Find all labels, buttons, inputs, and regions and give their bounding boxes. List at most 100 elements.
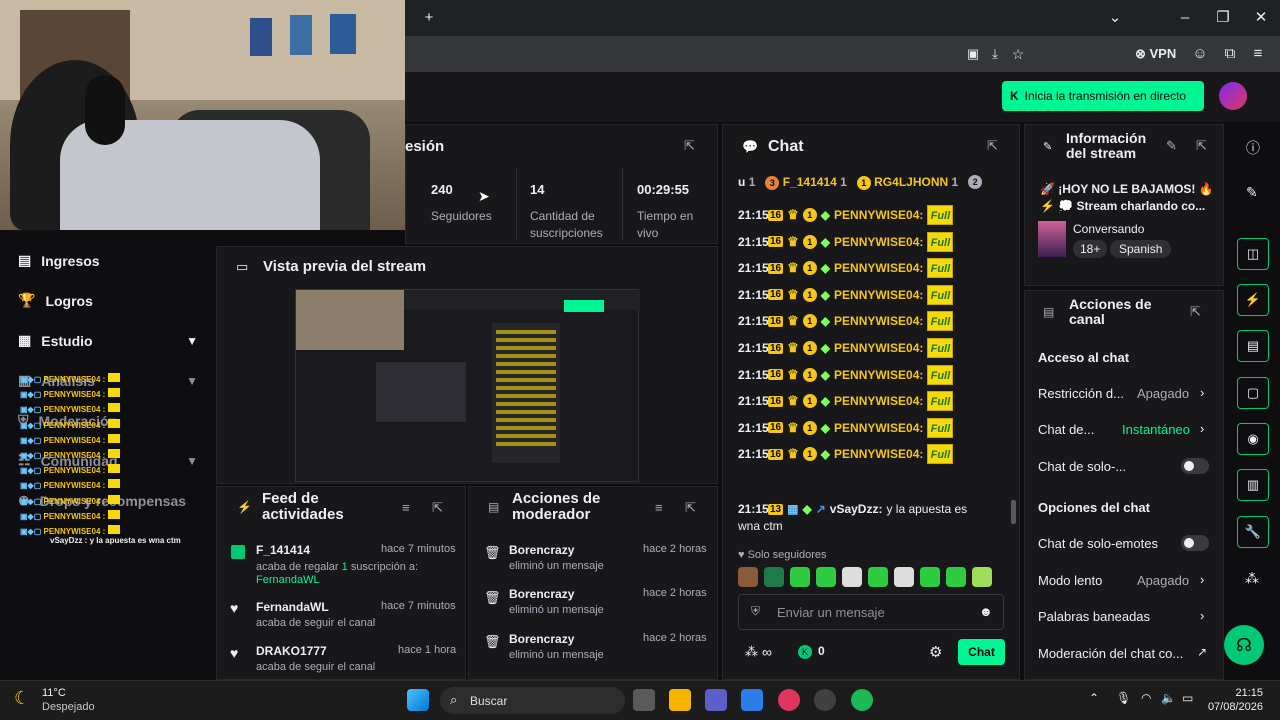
filter-icon[interactable]: ≡ [655, 500, 663, 515]
gear-icon[interactable]: ⚙ [929, 643, 942, 661]
popout-icon[interactable]: ⇱ [987, 138, 998, 154]
activity-user[interactable]: FernandaWL [256, 600, 329, 614]
chat-message[interactable]: 21:15 16 ♛ 1 ◆ PENNYWISE04: Full [738, 364, 954, 385]
chevron-right-icon[interactable]: › [1200, 572, 1204, 587]
subs-only-toggle[interactable] [1181, 458, 1209, 474]
restriction-label[interactable]: Restricción d... [1038, 386, 1124, 401]
spotify-icon[interactable] [851, 689, 873, 711]
popout-icon[interactable]: ⇱ [684, 138, 695, 154]
battery-icon[interactable]: ▭ [1182, 691, 1193, 705]
emote-button[interactable] [842, 567, 862, 587]
wrench-button[interactable]: 🔧 [1237, 516, 1269, 548]
popout-icon[interactable]: ⇱ [1190, 304, 1201, 320]
activity-user[interactable]: DRAKO1777 [256, 644, 327, 658]
points-icon[interactable]: ⁂ [745, 644, 758, 660]
chat-moderation-label[interactable]: Moderación del chat co... [1038, 646, 1183, 661]
emote-button[interactable] [868, 567, 888, 587]
chevron-right-icon[interactable]: › [1200, 608, 1204, 623]
volume-icon[interactable]: 🔈 [1161, 691, 1176, 705]
chevron-right-icon[interactable]: › [1200, 385, 1204, 400]
emote-button[interactable] [972, 567, 992, 587]
clock-date[interactable]: 07/08/2026 [1199, 701, 1263, 713]
sidebar-item-logros[interactable]: 🏆 Logros [18, 292, 198, 309]
maximize-icon[interactable]: ❐ [1213, 8, 1233, 28]
popout-icon[interactable]: ⇱ [432, 500, 443, 516]
chat-message[interactable]: 21:15 16 ♛ 1 ◆ PENNYWISE04: Full [738, 417, 954, 438]
chat-message[interactable]: 21:15 16 ♛ 1 ◆ PENNYWISE04: Full [738, 205, 954, 225]
emoji-icon[interactable]: ☻ [979, 604, 993, 619]
category-name[interactable]: Conversando [1073, 222, 1144, 236]
account-icon[interactable]: ☺ [1190, 44, 1210, 64]
bookmark-star-icon[interactable]: ☆ [1008, 44, 1028, 64]
microphone-icon[interactable]: 🎙 [1116, 691, 1131, 705]
chat-message[interactable]: 21:15 16 ♛ 1 ◆ PENNYWISE04: Full [738, 258, 954, 279]
camera-button[interactable]: ◫ [1237, 238, 1269, 270]
close-window-icon[interactable]: ✕ [1251, 8, 1271, 28]
minimize-icon[interactable]: – [1175, 8, 1195, 28]
chat-message[interactable]: 21:15 16 ♛ 1 ◆ PENNYWISE04: Full [738, 231, 954, 252]
activity-target[interactable]: FernandaWL [256, 574, 320, 586]
popout-icon[interactable]: ⇱ [1196, 138, 1207, 154]
download-icon[interactable]: ⤓ [985, 44, 1005, 64]
teams-icon[interactable] [705, 689, 727, 711]
emote-button[interactable] [738, 567, 758, 587]
chat-message[interactable]: 21:15 16 ♛ 1 ◆ PENNYWISE04: Full [738, 284, 954, 305]
go-live-button[interactable]: K Inicia la transmisión en directo [1002, 81, 1204, 111]
tab-list-chevron-icon[interactable]: ⌄ [1105, 8, 1125, 28]
emote-button[interactable] [764, 567, 784, 587]
chat-scrollbar[interactable] [1011, 500, 1016, 524]
file-explorer-icon[interactable] [669, 689, 691, 711]
sidebar-item-ingresos[interactable]: ▤ Ingresos [18, 252, 198, 269]
document-button[interactable]: ▤ [1237, 330, 1269, 362]
chevron-right-icon[interactable]: › [1200, 421, 1204, 436]
external-link-icon[interactable]: ↗ [1197, 645, 1207, 659]
filter-icon[interactable]: ≡ [402, 500, 410, 515]
chat-message[interactable]: 21:15 16 ♛ 1 ◆ PENNYWISE04: Full [738, 311, 954, 332]
emote-only-toggle[interactable] [1181, 535, 1209, 551]
wifi-icon[interactable]: ◠ [1141, 691, 1151, 705]
chat-message[interactable]: 21:15 16 ♛ 1 ◆ PENNYWISE04: Full [738, 338, 954, 358]
taskbar-search[interactable]: ⌕ Buscar [440, 687, 625, 714]
chat-send-button[interactable]: Chat [958, 639, 1005, 665]
points-icon[interactable]: ⁂ [1245, 570, 1259, 587]
menu-icon[interactable]: ≡ [1248, 44, 1268, 64]
sidebar-item-estudio[interactable]: ▦ Estudio ▼ [18, 332, 198, 349]
emote-button[interactable] [894, 567, 914, 587]
mod-user[interactable]: Borencrazy [509, 587, 574, 601]
activity-user[interactable]: F_141414 [256, 543, 310, 557]
chat-input[interactable]: ⛨ Enviar un mensaje ☻ [738, 594, 1004, 630]
chevron-up-icon[interactable]: ⌃ [1089, 691, 1099, 705]
subs-only-label[interactable]: Chat de solo-... [1038, 459, 1126, 474]
edit-icon[interactable]: ✎ [1166, 138, 1177, 154]
edit-icon[interactable]: ✎ [1246, 184, 1258, 201]
emote-button[interactable] [790, 567, 810, 587]
emote-button[interactable] [946, 567, 966, 587]
avatar[interactable] [1219, 82, 1247, 110]
emote-only-label[interactable]: Chat de solo-emotes [1038, 536, 1158, 551]
chat-delay-label[interactable]: Chat de... [1038, 422, 1094, 437]
chat-message[interactable]: 21:15 13 ▦ ◆ ↗ vSayDzz: y la apuesta es [738, 499, 967, 519]
pinned-gifter[interactable]: 1 RG4LJHONN 1 [856, 175, 958, 190]
mod-user[interactable]: Borencrazy [509, 543, 574, 557]
lightning-button[interactable]: ⚡ [1237, 284, 1269, 316]
vpn-button[interactable]: ⊗ VPN [1135, 46, 1176, 62]
slow-mode-label[interactable]: Modo lento [1038, 573, 1102, 588]
chat-message[interactable]: 21:15 16 ♛ 1 ◆ PENNYWISE04: Full [738, 391, 954, 412]
emote-button[interactable] [816, 567, 836, 587]
pinned-gifter[interactable]: 3 F_141414 1 [765, 175, 847, 190]
pinned-gifter[interactable]: u 1 [738, 175, 755, 189]
infinity-icon[interactable]: ∞ [762, 644, 772, 660]
opera-icon[interactable] [778, 689, 800, 711]
picture-icon[interactable]: ▣ [963, 44, 983, 64]
windows-start-icon[interactable] [407, 689, 429, 711]
extensions-icon[interactable]: ⧉ [1220, 44, 1240, 64]
broadcast-button[interactable]: ◉ [1237, 423, 1269, 455]
store-icon[interactable] [741, 689, 763, 711]
chat-button[interactable]: ▢ [1237, 377, 1269, 409]
layout-button[interactable]: ▥ [1237, 469, 1269, 501]
new-tab-icon[interactable]: + [419, 8, 439, 28]
support-button[interactable]: ☊ [1224, 625, 1264, 665]
banned-words-label[interactable]: Palabras baneadas [1038, 609, 1150, 624]
info-icon[interactable]: ⓘ [1246, 138, 1260, 158]
weather-temp[interactable]: 11°C [42, 687, 66, 699]
